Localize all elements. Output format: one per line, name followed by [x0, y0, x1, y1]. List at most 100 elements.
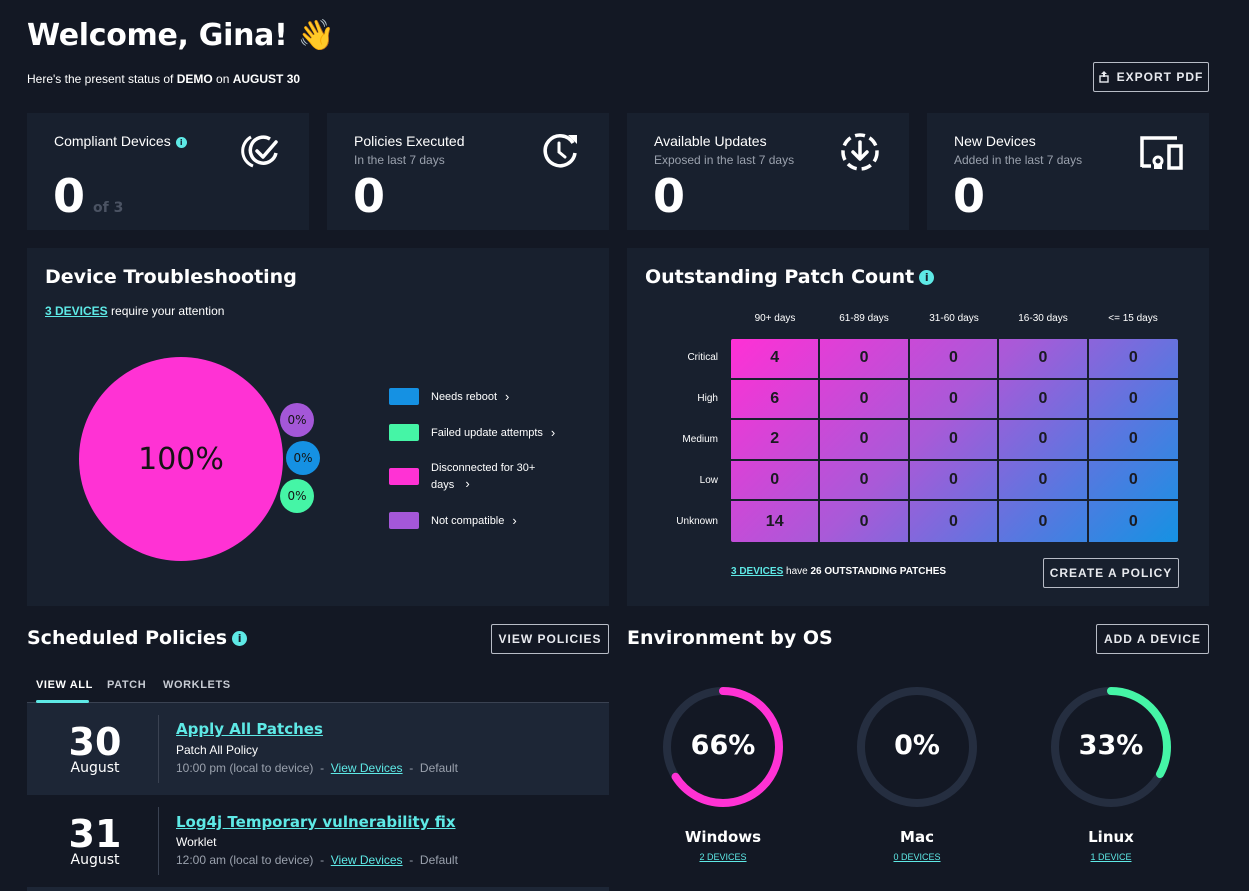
tab-patch[interactable]: PATCH [107, 679, 146, 691]
compliance-check-icon [241, 135, 278, 168]
stat-value: 0 [353, 169, 386, 223]
heatmap-cell[interactable]: 0 [731, 460, 821, 502]
legend-needs-reboot[interactable]: Needs reboot › [389, 388, 509, 405]
heatmap-cell[interactable]: 0 [999, 420, 1089, 461]
tab-worklets[interactable]: WORKLETS [163, 679, 231, 691]
donut-percent: 33% [1078, 730, 1144, 761]
stat-card-available-updates: Available Updates Exposed in the last 7 … [627, 113, 909, 230]
add-device-button[interactable]: ADD A DEVICE [1096, 624, 1209, 654]
view-policies-button[interactable]: VIEW POLICIES [491, 624, 609, 654]
bubble-label: 0% [287, 489, 307, 503]
heatmap-cell[interactable]: 0 [909, 379, 1000, 421]
stat-value: 0 [953, 169, 986, 223]
patch-summary: 3 DEVICES have 26 OUTSTANDING PATCHES [731, 566, 947, 577]
bubble-label: 0% [293, 451, 313, 465]
heatmap-column-header: 31-60 days [929, 313, 979, 324]
status-date: AUGUST 30 [232, 72, 301, 86]
bubble-failed-update[interactable]: 0% [280, 479, 314, 513]
policy-link[interactable]: Apply All Patches [176, 720, 323, 738]
heatmap-column-header: 61-89 days [839, 313, 889, 324]
heatmap-cell[interactable]: 0 [820, 501, 910, 542]
download-circle-icon [841, 133, 879, 171]
os-name: Windows [684, 828, 762, 846]
export-pdf-button[interactable]: EXPORT PDF [1093, 62, 1209, 92]
patch-devices-link[interactable]: 3 DEVICES [731, 566, 783, 577]
heatmap-cell[interactable]: 0 [1088, 461, 1178, 502]
os-devices-link[interactable]: 1 DEVICE [1047, 852, 1175, 862]
os-name: Mac [900, 828, 934, 846]
view-devices-link[interactable]: View Devices [331, 761, 403, 775]
devices-icon [1140, 136, 1183, 170]
os-devices-link[interactable]: 0 DEVICES [853, 852, 981, 862]
heatmap-row-header: Medium [682, 434, 718, 445]
bubble-not-compatible[interactable]: 0% [280, 403, 314, 437]
heatmap-row-header: Critical [687, 352, 718, 363]
heatmap-column-header: <= 15 days [1108, 313, 1158, 324]
heatmap-cell[interactable]: 0 [999, 501, 1089, 542]
bubble-disconnected[interactable]: 100% [79, 357, 283, 561]
heatmap-cell[interactable]: 0 [820, 420, 910, 461]
os-name: Linux [1088, 828, 1134, 846]
heatmap-cell[interactable]: 4 [731, 339, 821, 380]
bubble-label: 100% [138, 441, 224, 477]
status-line: Here's the present status of DEMO on AUG… [27, 72, 301, 86]
legend-failed-update-attempts[interactable]: Failed update attempts › [389, 424, 555, 441]
heatmap-cell[interactable]: 0 [999, 379, 1089, 421]
stat-card-new-devices: New Devices Added in the last 7 days 0 [927, 113, 1209, 230]
info-icon[interactable]: i [232, 631, 248, 646]
troubleshooting-title: Device Troubleshooting [45, 266, 297, 288]
policy-item: 30 August Apply All Patches Patch All Po… [27, 703, 609, 795]
heatmap-cell[interactable]: 0 [909, 460, 1000, 502]
legend-not-compatible[interactable]: Not compatible › [389, 512, 517, 529]
create-policy-button[interactable]: CREATE A POLICY [1043, 558, 1179, 588]
org-name: DEMO [176, 72, 213, 86]
stat-card-policies-executed: Policies Executed In the last 7 days 0 [327, 113, 609, 230]
legend-swatch [389, 388, 419, 405]
legend-swatch [389, 468, 419, 485]
bubble-needs-reboot[interactable]: 0% [286, 441, 320, 475]
clock-refresh-icon [543, 134, 577, 168]
heatmap-row-header: Low [699, 475, 718, 486]
heatmap-cell[interactable]: 0 [909, 339, 1000, 380]
stat-value: 0 [653, 169, 686, 223]
legend-disconnected[interactable]: Disconnected for 30+ days › [389, 460, 541, 493]
scheduled-policies-title: Scheduled Policies i [27, 627, 248, 649]
chevron-right-icon: › [550, 425, 556, 440]
page-title: Welcome, Gina! 👋 [27, 18, 335, 53]
heatmap-cell[interactable]: 0 [999, 460, 1089, 502]
heatmap-cell[interactable]: 6 [731, 379, 821, 421]
heatmap-cell[interactable]: 0 [1089, 501, 1178, 542]
heatmap-cell[interactable]: 0 [1088, 380, 1178, 421]
tab-view-all[interactable]: VIEW ALL [36, 679, 93, 691]
info-icon[interactable]: i [175, 136, 187, 148]
bubble-label: 0% [287, 413, 307, 427]
info-icon[interactable]: i [919, 270, 935, 285]
donut-percent: 0% [894, 730, 940, 761]
heatmap-cell[interactable]: 0 [999, 339, 1089, 380]
policy-link[interactable]: Log4j Temporary vulnerability fix [176, 813, 456, 831]
heatmap-cell[interactable]: 0 [1088, 339, 1178, 380]
os-devices-link[interactable]: 2 DEVICES [659, 852, 787, 862]
heatmap-cell[interactable]: 0 [910, 501, 1000, 542]
heatmap-cell[interactable]: 2 [731, 420, 821, 461]
stat-value: 0 [53, 169, 86, 223]
heatmap-cell[interactable]: 0 [820, 339, 910, 380]
heatmap-cell[interactable]: 14 [731, 501, 821, 542]
heatmap-column-header: 16-30 days [1018, 313, 1068, 324]
legend-swatch [389, 512, 419, 529]
heatmap-cell[interactable]: 0 [909, 420, 1000, 461]
heatmap-cell[interactable]: 0 [820, 460, 910, 502]
export-icon [1098, 71, 1109, 83]
chevron-right-icon: › [512, 513, 517, 528]
heatmap-cell[interactable]: 0 [820, 379, 910, 421]
stat-card-compliant-devices: Compliant Devices i 0 of 3 [27, 113, 309, 230]
heatmap-cell[interactable]: 0 [1088, 420, 1178, 461]
view-devices-link[interactable]: View Devices [331, 853, 403, 867]
heatmap-column-header: 90+ days [754, 313, 796, 324]
donut-percent: 66% [690, 730, 756, 761]
policy-item: 31 August Log4j Temporary vulnerability … [27, 795, 609, 887]
patch-count-title: Outstanding Patch Count i [645, 266, 935, 288]
heatmap-row-header: Unknown [676, 516, 718, 527]
devices-attention-link[interactable]: 3 DEVICES [45, 304, 108, 318]
heatmap-row-header: High [697, 393, 718, 404]
